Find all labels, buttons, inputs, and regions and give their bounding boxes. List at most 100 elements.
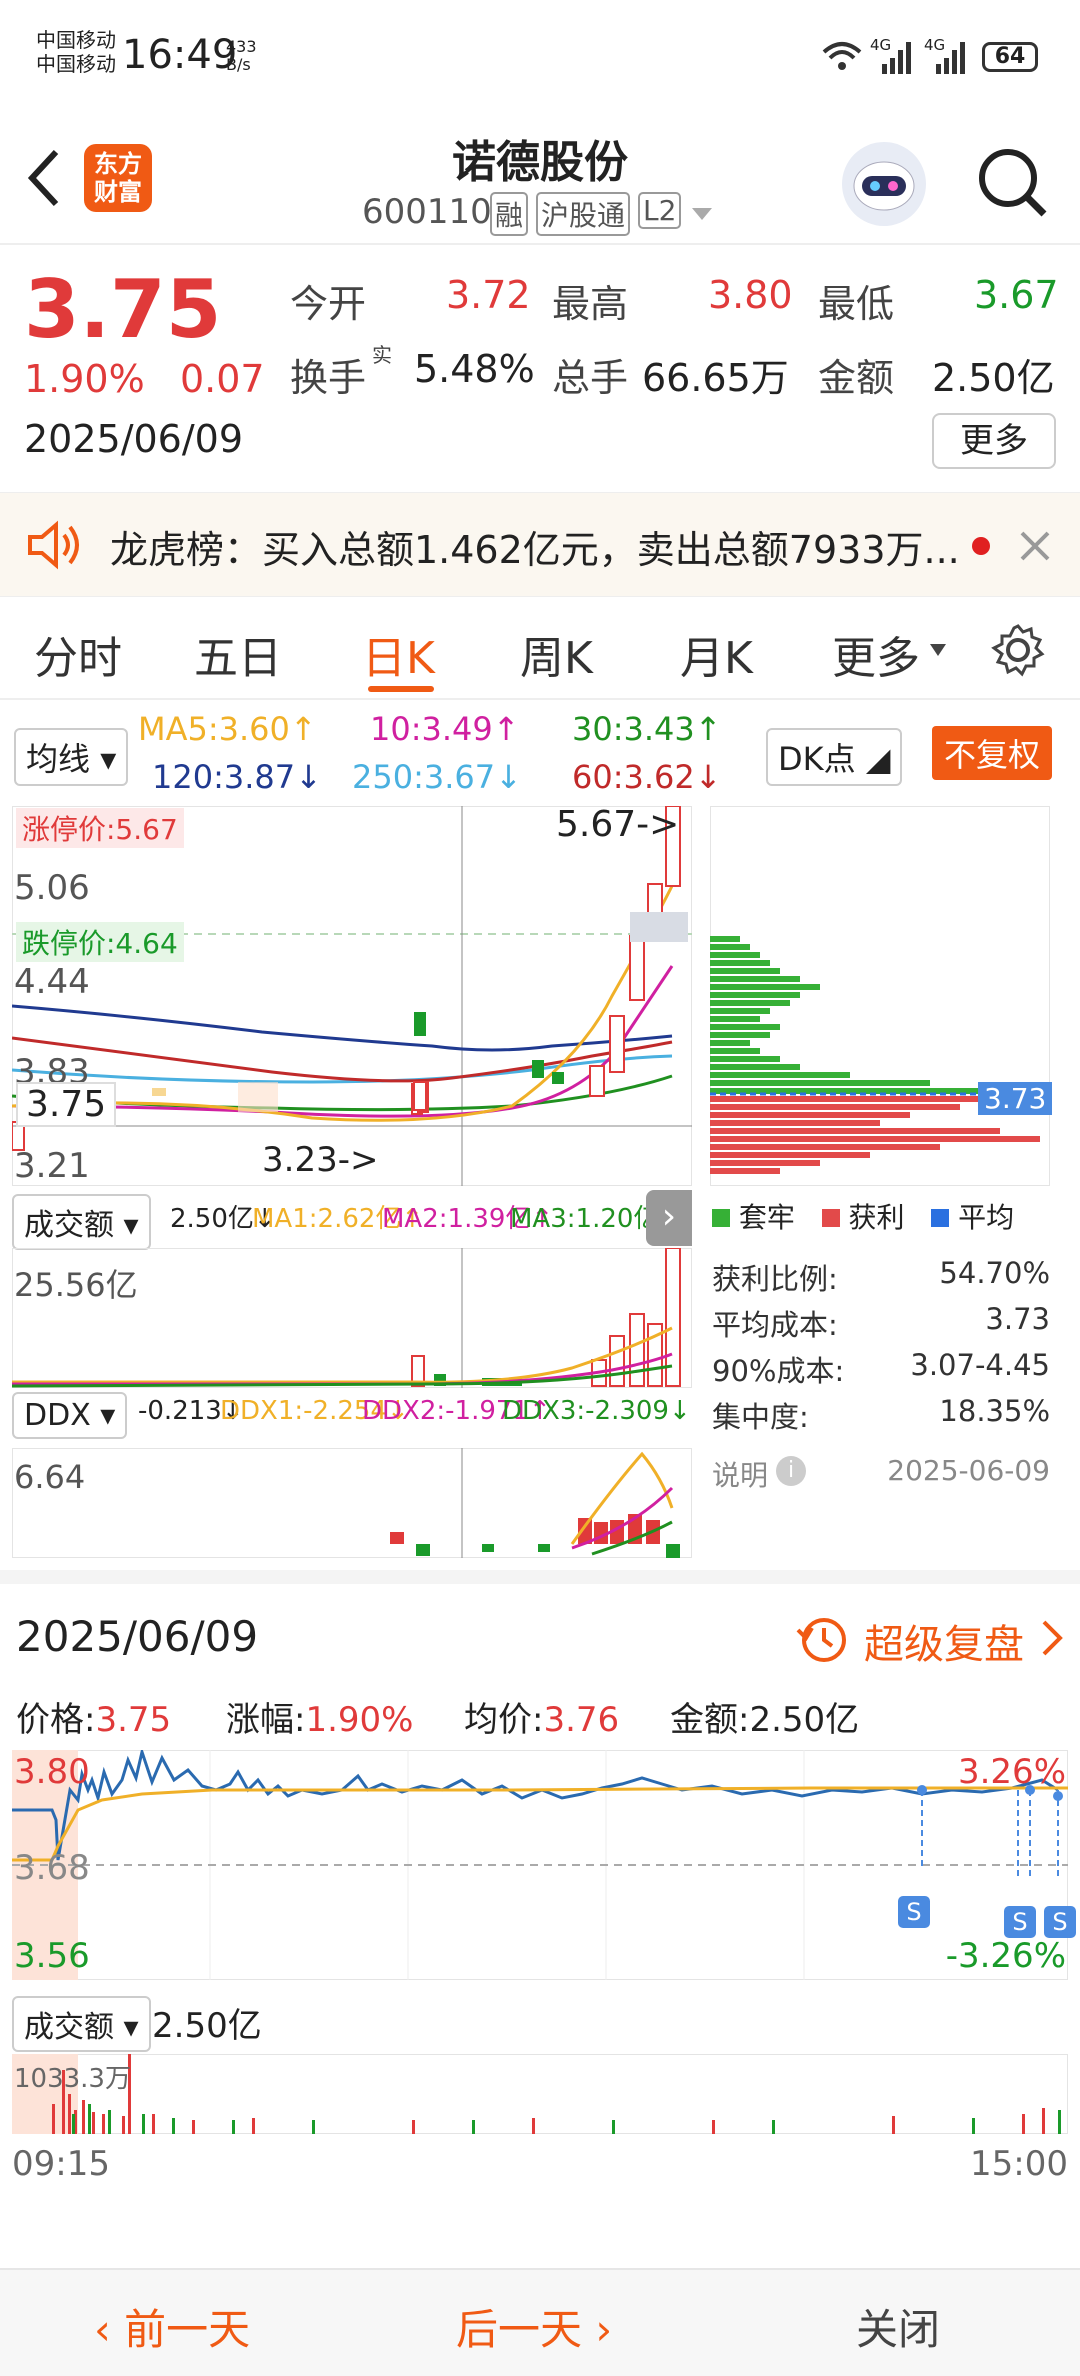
- unread-dot: [972, 537, 990, 555]
- day-chg-label: 涨幅:: [226, 1700, 306, 1740]
- super-replay-link[interactable]: 超级复盘: [864, 1612, 1024, 1670]
- turnover-label: 换手: [290, 356, 367, 400]
- cursor-price-label: 3.75: [16, 1082, 117, 1127]
- more-button[interactable]: 更多: [932, 413, 1056, 469]
- y-axis-5-06: 5.06: [14, 868, 90, 908]
- battery-icon: 64: [982, 42, 1038, 72]
- intraday-chart[interactable]: [12, 1750, 1068, 1980]
- close-button[interactable]: 关闭: [856, 2296, 940, 2357]
- tab-intraday[interactable]: 分时: [34, 622, 122, 686]
- search-icon[interactable]: [974, 144, 1050, 220]
- volume-indicator-select[interactable]: 成交额 ▾: [12, 1194, 151, 1250]
- open-label: 今开: [290, 282, 367, 326]
- close-icon[interactable]: [1018, 529, 1052, 563]
- ddx-select-label: DDX: [24, 1398, 91, 1433]
- day-detail-panel: 2025/06/09 超级复盘 价格:3.75 涨幅:1.90% 均价:3.76…: [0, 1570, 1080, 2270]
- open-value: 3.72: [446, 273, 531, 317]
- day-amt-row: 金额:2.50亿: [670, 1692, 859, 1741]
- quote-date: 2025/06/09: [24, 417, 244, 461]
- ddx-chart: [12, 1448, 692, 1558]
- tab-5day[interactable]: 五日: [194, 622, 282, 686]
- ddx-indicator-select[interactable]: DDX ▾: [12, 1392, 128, 1439]
- ai-assistant-avatar[interactable]: [842, 142, 926, 226]
- volume-y-max: 25.56亿: [14, 1266, 138, 1304]
- settings-gear-icon[interactable]: [990, 622, 1046, 678]
- ma30-legend: 30:3.43↑: [572, 710, 722, 748]
- ma120-legend: 120:3.87↓: [152, 758, 322, 796]
- day-date: 2025/06/09: [16, 1612, 259, 1661]
- intraday-volume-select[interactable]: 成交额 ▾: [12, 1996, 151, 2052]
- dragon-tiger-notice[interactable]: 龙虎榜：买入总额1.462亿元，卖出总额7933万...: [0, 492, 1080, 597]
- dropdown-triangle-icon[interactable]: [690, 204, 714, 224]
- high-marker: 5.67->: [556, 804, 680, 845]
- day-amt: 2.50亿: [749, 1700, 860, 1740]
- concentration-value: 18.35%: [939, 1394, 1050, 1428]
- sell-marker-icon[interactable]: S: [898, 1896, 930, 1928]
- high-value: 3.80: [708, 273, 793, 317]
- expand-panel-arrow-icon[interactable]: ›: [646, 1190, 692, 1246]
- tab-weekly-k[interactable]: 周K: [520, 622, 593, 686]
- day-chg: 1.90%: [305, 1700, 414, 1740]
- intraday-volume-label: 成交额: [24, 2010, 114, 2045]
- chip-legend: 套牢 获利 平均: [712, 1196, 1014, 1236]
- turnover-sup: 实: [372, 343, 392, 367]
- chevron-right-icon[interactable]: [1040, 1618, 1064, 1658]
- day-price-row: 价格:3.75: [16, 1692, 171, 1741]
- level2-tag: L2: [638, 192, 682, 229]
- prev-day-label: 前一天: [124, 2305, 251, 2354]
- tab-daily-k[interactable]: 日K: [362, 622, 435, 686]
- notice-text: 龙虎榜：买入总额1.462亿元，卖出总额7933万...: [110, 528, 960, 572]
- limit-down-label: 跌停价:4.64: [16, 922, 184, 962]
- ma-select-label: 均线: [26, 740, 91, 778]
- volume-value: 66.65万: [642, 356, 789, 400]
- day-avg-label: 均价:: [464, 1700, 544, 1740]
- net-speed: 433 B/s: [226, 38, 257, 74]
- carrier-2: 中国移动: [36, 52, 116, 76]
- avg-cost-value: 3.73: [985, 1302, 1050, 1336]
- volume-label: 总手: [552, 356, 629, 400]
- next-day-button[interactable]: 后一天 ›: [456, 2296, 612, 2357]
- low-label: 最低: [818, 282, 895, 326]
- ma10-legend: 10:3.49↑: [370, 710, 520, 748]
- tab-monthly-k[interactable]: 月K: [680, 622, 753, 686]
- ma-select[interactable]: 均线 ▾: [14, 728, 129, 786]
- connect-tag: 沪股通: [536, 192, 631, 236]
- intraday-volume-chart: [12, 2054, 1068, 2134]
- cost-90-label: 90%成本:: [712, 1354, 845, 1388]
- chip-distribution-chart[interactable]: [710, 806, 1050, 1186]
- adjust-mode-button[interactable]: 不复权: [932, 726, 1053, 780]
- prev-day-button[interactable]: ‹ 前一天: [94, 2296, 250, 2357]
- intraday-volume-max: 1033.3万: [14, 2064, 131, 2094]
- current-price: 3.75: [24, 263, 222, 356]
- intraday-y-top: 3.80: [14, 1752, 90, 1792]
- turnover-value: 5.48%: [414, 347, 535, 391]
- dk-point-select[interactable]: DK点 ◢: [766, 728, 903, 786]
- amount-label: 金额: [818, 356, 895, 400]
- margin-tag: 融: [490, 192, 529, 236]
- y-axis-4-44: 4.44: [14, 962, 90, 1002]
- tab-more[interactable]: 更多: [832, 622, 920, 686]
- kline-chart[interactable]: [12, 806, 692, 1186]
- change-percent: 1.90%: [24, 357, 145, 401]
- net-speed-unit: B/s: [226, 55, 251, 74]
- cost-90-value: 3.07-4.45: [910, 1348, 1050, 1382]
- status-bar: 中国移动 中国移动 16:49 433 B/s 4G 4G 64: [0, 0, 1080, 120]
- intraday-pct-top: 3.26%: [957, 1752, 1066, 1792]
- info-icon[interactable]: i: [776, 1456, 806, 1486]
- stock-header: 东方 财富 诺德股份 600110 融 沪股通 L2: [0, 120, 1080, 245]
- change-amount: 0.07: [180, 357, 265, 401]
- sell-marker-icon[interactable]: S: [1044, 1906, 1076, 1938]
- next-day-label: 后一天: [456, 2305, 583, 2354]
- sell-marker-icon[interactable]: S: [1004, 1906, 1036, 1938]
- avg-cost-label: 平均成本:: [712, 1308, 838, 1342]
- clock: 16:49: [122, 32, 238, 78]
- kline-chart-area: 均线 ▾ MA5:3.60↑ 10:3.49↑ 30:3.43↑ 120:3.8…: [0, 700, 1080, 1570]
- low-value: 3.67: [974, 273, 1059, 317]
- profit-ratio-label: 获利比例:: [712, 1262, 838, 1296]
- day-price: 3.75: [95, 1700, 172, 1740]
- chip-note-label[interactable]: 说明: [712, 1454, 768, 1494]
- limit-up-label: 涨停价:5.67: [16, 808, 184, 848]
- history-replay-icon[interactable]: [796, 1614, 848, 1666]
- ddx3-value: DDX3:-2.309↓: [502, 1396, 691, 1426]
- battery-level: 64: [994, 44, 1026, 69]
